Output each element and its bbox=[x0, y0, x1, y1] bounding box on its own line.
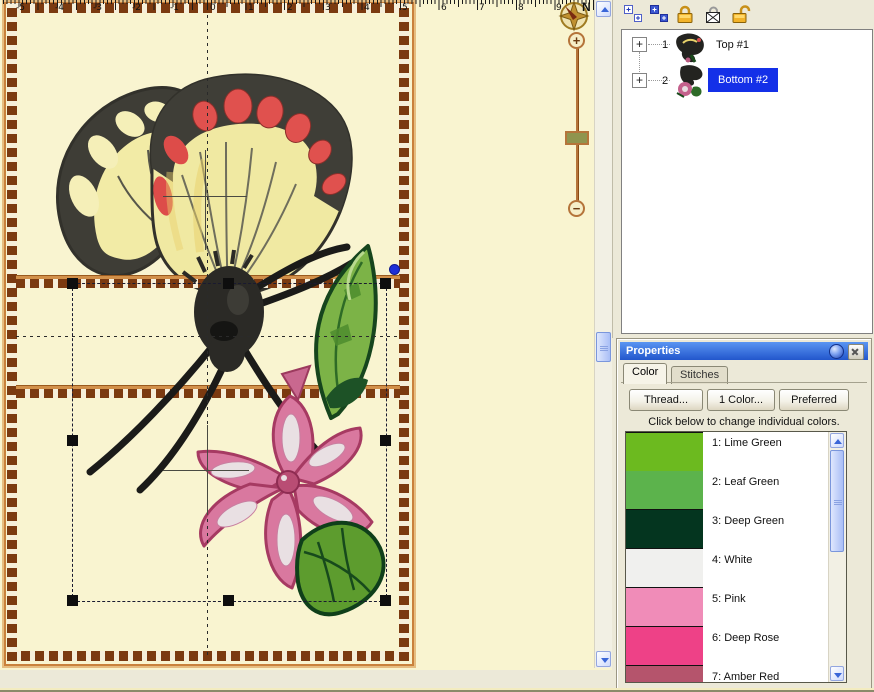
down-arrow-icon bbox=[834, 673, 842, 678]
scroll-up-button[interactable] bbox=[830, 433, 844, 448]
origin-point[interactable] bbox=[389, 264, 400, 275]
ruler-label: 2 bbox=[287, 3, 293, 13]
color-row[interactable]: 3: Deep Green bbox=[626, 510, 846, 549]
tab-color[interactable]: Color bbox=[623, 363, 667, 384]
layer-index: 2 bbox=[662, 75, 668, 87]
layer-label[interactable]: Top #1 bbox=[716, 39, 749, 51]
up-arrow-icon bbox=[601, 7, 609, 12]
up-arrow-icon bbox=[834, 439, 842, 444]
thumb-grip bbox=[834, 499, 842, 505]
color-row[interactable]: 4: White bbox=[626, 549, 846, 588]
color-row[interactable]: 5: Pink bbox=[626, 588, 846, 627]
selection-handle-e[interactable] bbox=[380, 435, 391, 446]
color-label: 2: Leaf Green bbox=[712, 476, 779, 488]
collapse-branches-icon[interactable] bbox=[649, 4, 669, 24]
horizontal-ruler: -5 -4 -3 -2 -1 0 1 2 3 4 5 6 7 8 9 bbox=[0, 0, 594, 14]
expand-node-button[interactable]: + bbox=[632, 73, 647, 88]
properties-panel: Properties Color Stitches Thread... 1 Co… bbox=[616, 338, 872, 690]
selection-handle-sw[interactable] bbox=[67, 595, 78, 606]
scroll-down-button[interactable] bbox=[830, 666, 844, 681]
expand-branches-icon[interactable] bbox=[623, 4, 643, 24]
ruler-label: 5 bbox=[402, 3, 408, 13]
one-color-button[interactable]: 1 Color... bbox=[707, 389, 775, 411]
zoom-slider-track[interactable] bbox=[576, 46, 579, 208]
layer-index: 1 bbox=[662, 39, 668, 51]
layer-thumbnail[interactable] bbox=[672, 64, 708, 100]
ruler-label: -4 bbox=[55, 3, 64, 13]
ruler-label: 6 bbox=[441, 3, 447, 13]
lock-crossed-icon[interactable] bbox=[703, 4, 723, 24]
top-design-center-mark bbox=[205, 150, 206, 250]
zoom-slider-handle[interactable] bbox=[565, 131, 589, 145]
properties-titlebar[interactable]: Properties bbox=[620, 342, 868, 360]
expand-node-button[interactable]: + bbox=[632, 37, 647, 52]
compass-north-label: N bbox=[582, 0, 591, 14]
color-label: 7: Amber Red bbox=[712, 671, 779, 683]
canvas-vertical-scrollbar[interactable] bbox=[594, 0, 612, 668]
close-button[interactable] bbox=[848, 344, 864, 360]
color-swatch[interactable] bbox=[626, 471, 703, 510]
ruler-label: -5 bbox=[16, 3, 25, 13]
ruler-label: 3 bbox=[325, 3, 331, 13]
zoom-slider: + − bbox=[563, 32, 593, 222]
selection-handle-w[interactable] bbox=[67, 435, 78, 446]
color-row[interactable]: 6: Deep Rose bbox=[626, 627, 846, 666]
ruler-label: 7 bbox=[479, 3, 485, 13]
scroll-up-button[interactable] bbox=[596, 1, 611, 17]
color-row[interactable]: 1: Lime Green bbox=[626, 432, 846, 471]
color-label: 4: White bbox=[712, 554, 752, 566]
color-swatch[interactable] bbox=[626, 666, 703, 683]
selection-handle-se[interactable] bbox=[380, 595, 391, 606]
selection-handle-s[interactable] bbox=[223, 595, 234, 606]
color-list-caption: Click below to change individual colors. bbox=[617, 416, 871, 428]
ruler-label: -3 bbox=[93, 3, 102, 13]
ruler-label: 1 bbox=[248, 3, 254, 13]
selection-handle-n[interactable] bbox=[223, 278, 234, 289]
color-list-scroll-thumb[interactable] bbox=[830, 450, 844, 552]
color-swatch[interactable] bbox=[626, 588, 703, 627]
selection-handle-nw[interactable] bbox=[67, 278, 78, 289]
selection-handle-ne[interactable] bbox=[380, 278, 391, 289]
layers-panel: + 1 Top #1 + 2 Bottom #2 bbox=[612, 0, 874, 338]
lock-icon[interactable] bbox=[675, 4, 695, 24]
color-label: 3: Deep Green bbox=[712, 515, 784, 527]
selection-marquee[interactable] bbox=[72, 283, 387, 602]
color-label: 6: Deep Rose bbox=[712, 632, 779, 644]
zoom-out-button[interactable]: − bbox=[568, 200, 585, 217]
ruler-label: 4 bbox=[364, 3, 370, 13]
ruler-label: 0 bbox=[210, 3, 216, 13]
thread-button[interactable]: Thread... bbox=[629, 389, 703, 411]
color-swatch[interactable] bbox=[626, 627, 703, 666]
color-swatch[interactable] bbox=[626, 432, 703, 472]
vertical-scroll-thumb[interactable] bbox=[596, 332, 611, 362]
down-arrow-icon bbox=[601, 658, 609, 663]
layer-thumbnail[interactable] bbox=[672, 30, 708, 66]
color-label: 5: Pink bbox=[712, 593, 746, 605]
layer-list[interactable]: + 1 Top #1 + 2 Bottom #2 bbox=[621, 29, 873, 334]
color-label: 1: Lime Green bbox=[712, 437, 782, 449]
properties-title: Properties bbox=[626, 345, 680, 357]
roll-up-icon[interactable] bbox=[829, 344, 844, 359]
preferred-button[interactable]: Preferred bbox=[779, 389, 849, 411]
color-swatch[interactable] bbox=[626, 510, 703, 549]
thread-color-list[interactable]: 1: Lime Green 2: Leaf Green 3: Deep Gree… bbox=[625, 431, 847, 683]
scroll-down-button[interactable] bbox=[596, 651, 611, 667]
ruler-label: 8 bbox=[518, 3, 524, 13]
color-swatch[interactable] bbox=[626, 549, 703, 588]
window-bottom-edge bbox=[0, 688, 874, 692]
color-row[interactable]: 2: Leaf Green bbox=[626, 471, 846, 510]
unlock-icon[interactable] bbox=[731, 4, 751, 24]
color-row[interactable]: 7: Amber Red bbox=[626, 666, 846, 683]
ruler-label: -2 bbox=[132, 3, 141, 13]
ruler-label: -1 bbox=[170, 3, 179, 13]
thumb-grip bbox=[600, 345, 608, 351]
tree-connector bbox=[639, 52, 640, 74]
color-list-scrollbar[interactable] bbox=[828, 432, 846, 682]
zoom-in-button[interactable]: + bbox=[568, 32, 585, 49]
layer-label-selected[interactable]: Bottom #2 bbox=[708, 68, 778, 92]
application-window: -5 -4 -3 -2 -1 0 1 2 3 4 5 6 7 8 9 N bbox=[0, 0, 874, 692]
design-canvas[interactable]: -5 -4 -3 -2 -1 0 1 2 3 4 5 6 7 8 9 N bbox=[0, 0, 612, 670]
